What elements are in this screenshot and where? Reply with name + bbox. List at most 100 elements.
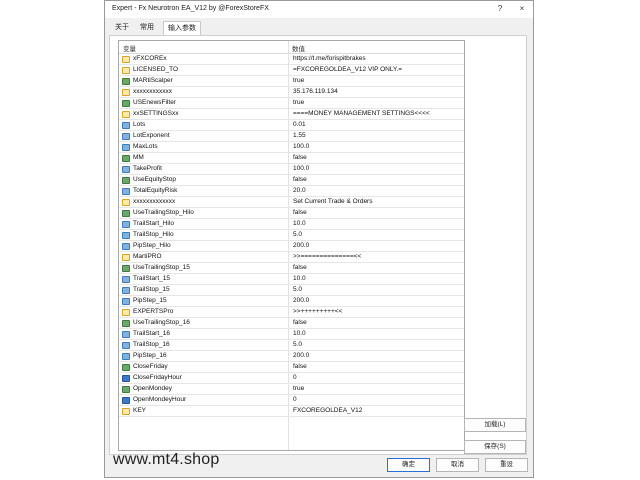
parameter-row[interactable]: TrailStart_16 10.0 — [119, 329, 464, 340]
parameter-row[interactable]: CloseFriday false — [119, 362, 464, 373]
parameter-name: TotalEquityRisk — [133, 187, 178, 194]
parameter-row[interactable]: MM false — [119, 153, 464, 164]
parameter-name: UseTrailingStop_15 — [133, 264, 190, 271]
parameter-row[interactable]: Lots 0.01 — [119, 120, 464, 131]
parameter-value[interactable]: false — [293, 176, 307, 183]
parameter-value[interactable]: 5.0 — [293, 341, 302, 348]
number-param-icon — [122, 188, 130, 195]
int-param-icon — [122, 375, 130, 382]
parameter-row[interactable]: UseTrailingStop_Hilo false — [119, 208, 464, 219]
tab-about[interactable]: 关于 — [111, 21, 133, 35]
parameter-name: xxxxxxxxxxxxx — [133, 198, 176, 205]
parameter-value[interactable]: false — [293, 154, 307, 161]
parameter-row[interactable]: TrailStart_15 10.0 — [119, 274, 464, 285]
parameter-value[interactable]: true — [293, 77, 304, 84]
parameter-row[interactable]: UseTrailingStop_16 false — [119, 318, 464, 329]
parameter-value[interactable]: =FXCOREGOLDEA_V12 VIP ONLY.= — [293, 66, 402, 73]
parameter-row[interactable]: TrailStart_Hilo 10.0 — [119, 219, 464, 230]
parameter-value[interactable]: 10.0 — [293, 275, 306, 282]
parameter-value[interactable]: 200.0 — [293, 242, 309, 249]
parameter-row[interactable]: PipStep_15 200.0 — [119, 296, 464, 307]
parameter-value[interactable]: true — [293, 385, 304, 392]
parameters-grid: 变量 数值 xFXCOREx https://t.me/forispitbrake… — [118, 40, 465, 451]
parameter-row[interactable]: OpenMondey true — [119, 384, 464, 395]
parameter-value[interactable]: 10.0 — [293, 330, 306, 337]
parameter-row[interactable]: LICENSED_TO =FXCOREGOLDEA_V12 VIP ONLY.= — [119, 65, 464, 76]
parameter-row[interactable]: MaxLots 100.0 — [119, 142, 464, 153]
parameter-name: MaxLots — [133, 143, 158, 150]
parameter-row[interactable]: xxxxxxxxxxxx 35.176.119.134 — [119, 87, 464, 98]
parameter-value[interactable]: 5.0 — [293, 286, 302, 293]
parameter-value[interactable]: true — [293, 99, 304, 106]
parameter-value[interactable]: >>==============<< — [293, 253, 361, 260]
parameter-row[interactable]: MartiPRO >>==============<< — [119, 252, 464, 263]
number-param-icon — [122, 133, 130, 140]
parameter-name: xFXCOREx — [133, 55, 167, 62]
parameter-row[interactable]: xxSETTINGSxx ====MONEY MANAGEMENT SETTING… — [119, 109, 464, 120]
parameter-value[interactable]: 200.0 — [293, 352, 309, 359]
parameter-row[interactable]: KEY FXCOREGOLDEA_V12 — [119, 406, 464, 417]
parameter-row[interactable]: USEnewsFilter true — [119, 98, 464, 109]
parameter-value[interactable]: 100.0 — [293, 143, 309, 150]
parameter-row[interactable]: xxxxxxxxxxxxx Set Current Trade & Orders — [119, 197, 464, 208]
close-icon[interactable]: × — [515, 3, 529, 15]
parameter-value[interactable]: 5.0 — [293, 231, 302, 238]
reset-button[interactable]: 重设 — [485, 458, 528, 472]
bool-param-icon — [122, 177, 130, 184]
parameter-value[interactable]: 10.0 — [293, 220, 306, 227]
parameter-value[interactable]: false — [293, 363, 307, 370]
parameter-value[interactable]: 200.0 — [293, 297, 309, 304]
parameter-row[interactable]: MARtiScalper true — [119, 76, 464, 87]
string-param-icon — [122, 254, 130, 261]
parameter-value[interactable]: 0 — [293, 396, 297, 403]
tab-common[interactable]: 常用 — [136, 21, 158, 35]
parameter-value[interactable]: https://t.me/forispitbrakes — [293, 55, 366, 62]
parameter-name: EXPERTSPro — [133, 308, 174, 315]
parameter-value[interactable]: ====MONEY MANAGEMENT SETTINGS<<<< — [293, 110, 430, 117]
parameter-value[interactable]: 20.0 — [293, 187, 306, 194]
string-param-icon — [122, 199, 130, 206]
parameter-row[interactable]: xFXCOREx https://t.me/forispitbrakes — [119, 54, 464, 65]
parameter-row[interactable]: TakeProfit 100.0 — [119, 164, 464, 175]
bool-param-icon — [122, 78, 130, 85]
parameter-value[interactable]: false — [293, 209, 307, 216]
tab-inputs[interactable]: 输入参数 — [163, 21, 201, 36]
parameter-name: TrailStart_15 — [133, 275, 170, 282]
parameter-row[interactable]: LotExponent 1.55 — [119, 131, 464, 142]
load-button[interactable]: 加载(L) — [464, 418, 526, 432]
string-param-icon — [122, 56, 130, 63]
parameter-row[interactable]: PipStep_Hilo 200.0 — [119, 241, 464, 252]
save-button[interactable]: 保存(S) — [464, 440, 526, 454]
parameter-row[interactable]: EXPERTSPro >>+++++++++<< — [119, 307, 464, 318]
parameter-row[interactable]: TotalEquityRisk 20.0 — [119, 186, 464, 197]
parameter-row[interactable]: UseEquityStop false — [119, 175, 464, 186]
header-variable[interactable]: 变量 — [123, 43, 136, 53]
title-bar[interactable]: Expert - Fx Neurotron EA_V12 by @ForexSt… — [105, 1, 533, 18]
parameter-value[interactable]: 100.0 — [293, 165, 309, 172]
help-icon[interactable]: ? — [493, 3, 507, 15]
parameter-name: OpenMondey — [133, 385, 173, 392]
parameter-name: KEY — [133, 407, 147, 414]
bool-param-icon — [122, 265, 130, 272]
window-title: Expert - Fx Neurotron EA_V12 by @ForexSt… — [112, 5, 269, 12]
parameter-row[interactable]: CloseFridayHour 0 — [119, 373, 464, 384]
parameter-value[interactable]: 0 — [293, 374, 297, 381]
parameter-value[interactable]: false — [293, 319, 307, 326]
parameter-value[interactable]: false — [293, 264, 307, 271]
parameter-value[interactable]: 0.01 — [293, 121, 306, 128]
cancel-button[interactable]: 取消 — [436, 458, 479, 472]
parameter-row[interactable]: UseTrailingStop_15 false — [119, 263, 464, 274]
parameter-row[interactable]: TrailStop_16 5.0 — [119, 340, 464, 351]
parameter-value[interactable]: Set Current Trade & Orders — [293, 198, 372, 205]
parameter-value[interactable]: >>+++++++++<< — [293, 308, 342, 315]
ok-button[interactable]: 确定 — [387, 458, 430, 472]
parameter-row[interactable]: TrailStop_15 5.0 — [119, 285, 464, 296]
header-value[interactable]: 数值 — [292, 43, 305, 53]
parameter-row[interactable]: PipStep_16 200.0 — [119, 351, 464, 362]
parameter-value[interactable]: FXCOREGOLDEA_V12 — [293, 407, 362, 414]
parameter-value[interactable]: 35.176.119.134 — [293, 88, 338, 95]
bool-param-icon — [122, 155, 130, 162]
parameter-row[interactable]: OpenMondeyHour 0 — [119, 395, 464, 406]
parameter-value[interactable]: 1.55 — [293, 132, 306, 139]
parameter-row[interactable]: TrailStop_Hilo 5.0 — [119, 230, 464, 241]
